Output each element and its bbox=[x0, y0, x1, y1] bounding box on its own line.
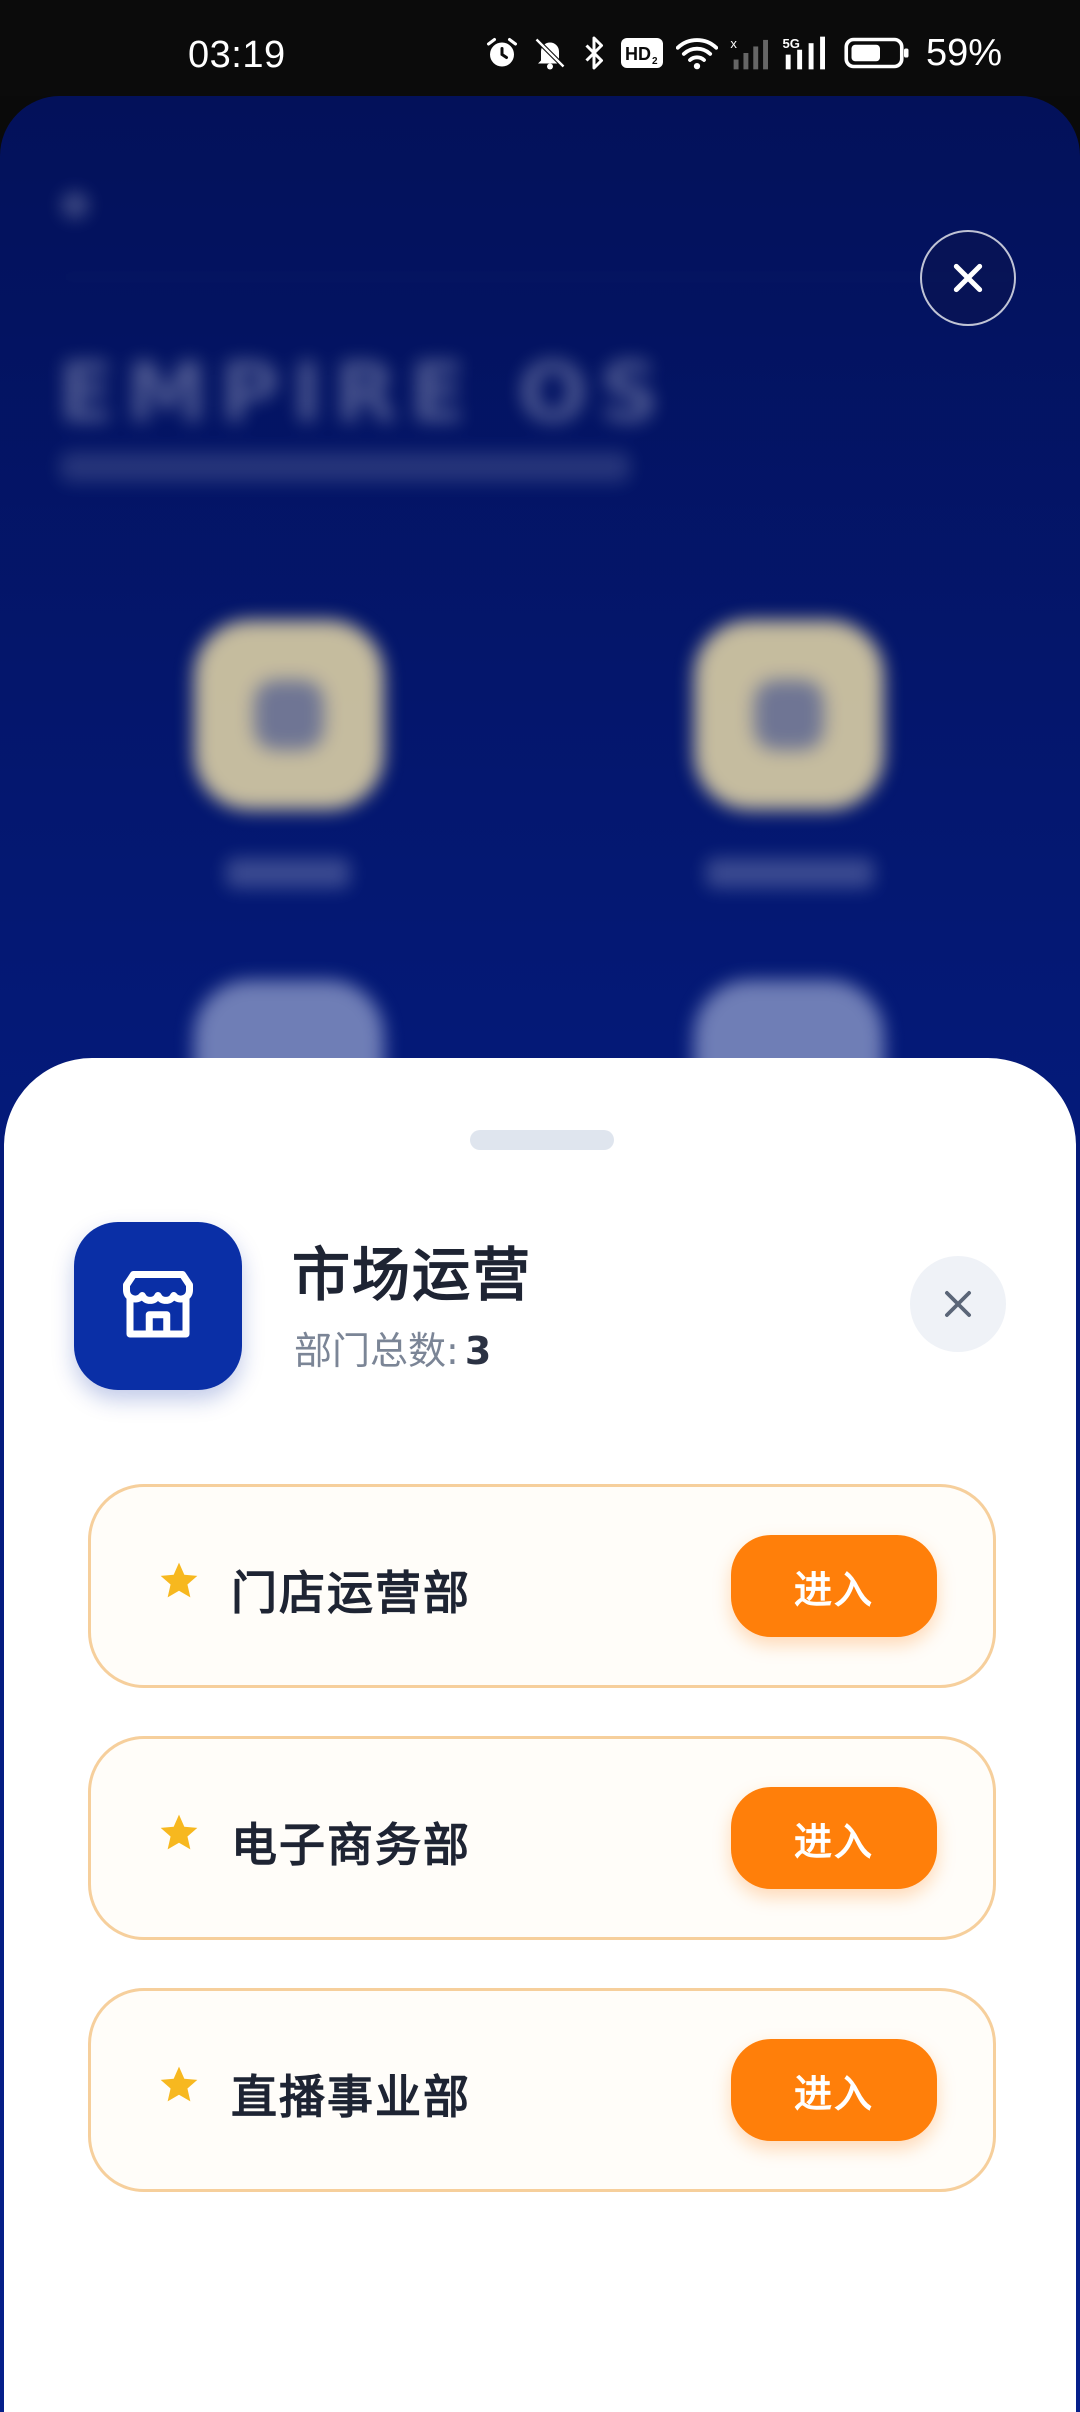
alarm-icon bbox=[486, 38, 517, 67]
sheet-close-button[interactable] bbox=[910, 1256, 1006, 1352]
star-icon bbox=[160, 1814, 198, 1850]
department-icon-tile bbox=[74, 1222, 242, 1390]
signal-5g-icon: 5G bbox=[782, 36, 825, 70]
svg-text:HD: HD bbox=[625, 44, 651, 64]
store-icon bbox=[123, 1271, 193, 1338]
battery-percent: 59% bbox=[925, 31, 1002, 74]
background-status-dot bbox=[62, 192, 88, 218]
enter-button[interactable]: 进入 bbox=[731, 1787, 937, 1889]
department-item[interactable]: 直播事业部 进入 bbox=[88, 1988, 996, 2192]
background-tile bbox=[194, 620, 384, 810]
battery-icon bbox=[844, 37, 909, 69]
bluetooth-icon bbox=[585, 36, 603, 70]
department-name: 门店运营部 bbox=[231, 1566, 471, 1620]
department-count: 部门总数: 3 bbox=[294, 1320, 491, 1375]
background-tile bbox=[694, 620, 884, 810]
svg-text:x: x bbox=[730, 36, 737, 51]
background-tile-label bbox=[226, 858, 350, 888]
department-list: 门店运营部 进入 电子商务部 进入 直播事业部 进入 bbox=[88, 1484, 996, 2240]
signal-icon: x bbox=[730, 36, 768, 70]
background-subtitle-bar bbox=[60, 452, 630, 482]
svg-text:2: 2 bbox=[652, 56, 658, 67]
star-icon bbox=[160, 2066, 198, 2102]
network-label: 5G bbox=[782, 36, 799, 51]
status-time: 03:19 bbox=[188, 34, 286, 76]
status-icons: HD 2 x 5G 59% bbox=[484, 30, 1002, 76]
enter-button[interactable]: 进入 bbox=[731, 2039, 937, 2141]
enter-button[interactable]: 进入 bbox=[731, 1535, 937, 1637]
mute-icon bbox=[534, 37, 566, 70]
department-sheet: 市场运营 部门总数: 3 门店运营部 进入 电子商务部 进入 直播事业部 进入 bbox=[4, 1058, 1076, 2412]
department-item[interactable]: 门店运营部 进入 bbox=[88, 1484, 996, 1688]
department-count-label: 部门总数: bbox=[294, 1329, 459, 1373]
department-name: 电子商务部 bbox=[231, 1818, 471, 1872]
status-bar: 03:19 HD 2 x 5G 59% bbox=[0, 0, 1080, 96]
department-count-value: 3 bbox=[464, 1329, 492, 1373]
background-app-title: EMPIRE OS bbox=[58, 346, 671, 441]
sheet-title: 市场运营 bbox=[292, 1241, 533, 1309]
department-name: 直播事业部 bbox=[231, 2070, 471, 2124]
background-divider bbox=[56, 276, 1024, 278]
background-tile-icon bbox=[254, 680, 324, 750]
close-icon bbox=[953, 263, 983, 293]
background-tile-label bbox=[706, 858, 874, 888]
star-icon bbox=[160, 1562, 198, 1598]
background-tile-icon bbox=[754, 680, 824, 750]
department-item[interactable]: 电子商务部 进入 bbox=[88, 1736, 996, 1940]
wifi-icon bbox=[675, 38, 718, 70]
close-icon bbox=[945, 1291, 971, 1317]
sheet-drag-handle[interactable] bbox=[470, 1130, 614, 1150]
hd-icon: HD 2 bbox=[620, 38, 663, 68]
background-close-button[interactable] bbox=[920, 230, 1016, 326]
